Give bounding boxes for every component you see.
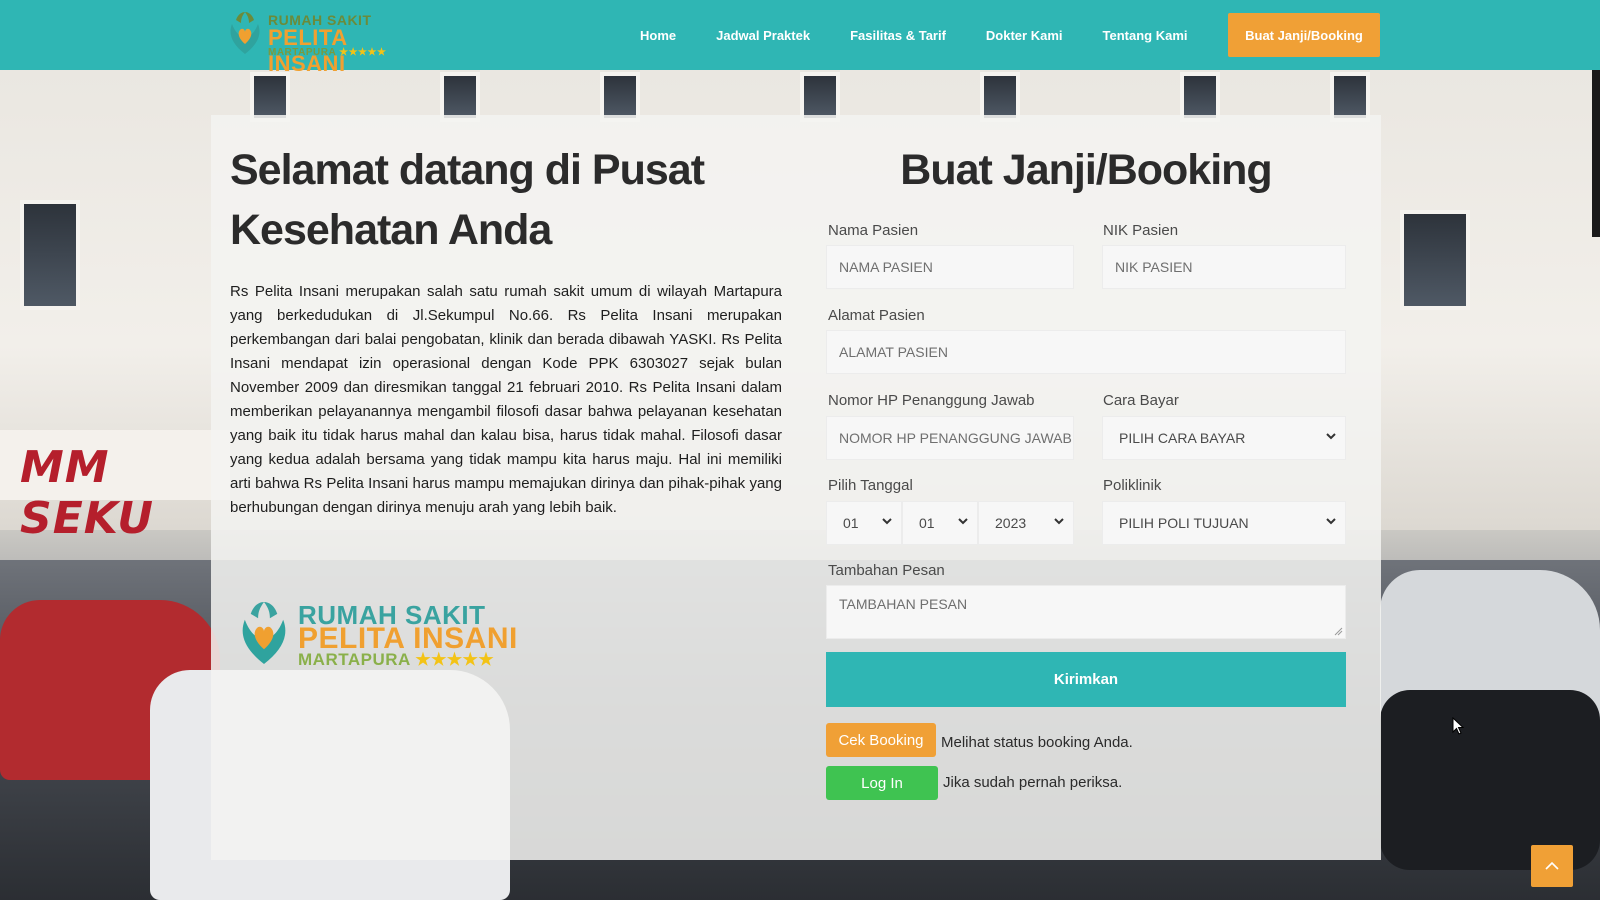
nama-pasien-label: Nama Pasien [828, 222, 919, 239]
nav-booking-button[interactable]: Buat Janji/Booking [1228, 13, 1380, 57]
nav-jadwal-praktek[interactable]: Jadwal Praktek [716, 28, 810, 43]
chevron-down-icon [882, 518, 892, 525]
tanggal-year-select[interactable]: 2023 [978, 501, 1074, 545]
nav-home[interactable]: Home [640, 28, 676, 43]
cara-bayar-select[interactable]: PILIH CARA BAYAR [1102, 416, 1346, 460]
chevron-down-icon [1326, 518, 1336, 525]
pilih-tanggal-label: Pilih Tanggal [828, 477, 913, 494]
cara-bayar-label: Cara Bayar [1103, 392, 1179, 409]
hospital-logo: RUMAH SAKIT PELITA INSANI MARTAPURA ★★★★… [236, 598, 536, 670]
cek-booking-button[interactable]: Cek Booking [826, 723, 936, 757]
login-button[interactable]: Log In [826, 766, 938, 800]
welcome-description: Rs Pelita Insani merupakan salah satu ru… [230, 283, 782, 516]
nav-fasilitas-tarif[interactable]: Fasilitas & Tarif [850, 28, 946, 43]
alamat-pasien-label: Alamat Pasien [828, 307, 925, 324]
nav-tentang-kami[interactable]: Tentang Kami [1103, 28, 1188, 43]
nik-pasien-label: NIK Pasien [1103, 222, 1179, 239]
kirimkan-button[interactable]: Kirimkan [826, 652, 1346, 707]
street-sign-text: MM SEKU [20, 442, 155, 544]
welcome-title: Selamat datang di Pusat Kesehatan Anda [230, 146, 705, 254]
hospital-logo-icon [230, 12, 260, 54]
scroll-to-top-button[interactable] [1531, 845, 1573, 887]
main-nav: Home Jadwal Praktek Fasilitas & Tarif Do… [640, 0, 1228, 70]
cek-booking-help: Melihat status booking Anda. [941, 734, 1133, 751]
tanggal-year-value: 2023 [995, 515, 1027, 531]
street-sign: MM SEKU [0, 430, 230, 544]
poliklinik-label: Poliklinik [1103, 477, 1162, 494]
poliklinik-selected: PILIH POLI TUJUAN [1119, 515, 1249, 531]
chevron-down-icon [1054, 518, 1064, 525]
mouse-cursor-icon [1452, 717, 1464, 735]
nav-dokter-kami[interactable]: Dokter Kami [986, 28, 1063, 43]
tanggal-day-value: 01 [843, 515, 859, 531]
tanggal-day-select[interactable]: 01 [826, 501, 902, 545]
nomor-hp-input[interactable]: NOMOR HP PENANGGUNG JAWAB [826, 416, 1074, 460]
tanggal-month-value: 01 [919, 515, 935, 531]
cara-bayar-selected: PILIH CARA BAYAR [1119, 430, 1246, 446]
nik-pasien-input[interactable]: NIK PASIEN [1102, 245, 1346, 289]
chevron-down-icon [958, 518, 968, 525]
tambahan-pesan-label: Tambahan Pesan [828, 562, 945, 579]
logo-line-3: MARTAPURA ★★★★★ [298, 650, 495, 669]
chevron-down-icon [1326, 433, 1336, 440]
parked-motorcycle [1380, 690, 1600, 870]
building-window [1400, 210, 1470, 310]
logo-stars: ★★★★★ [339, 47, 387, 58]
login-help: Jika sudah pernah periksa. [943, 774, 1123, 791]
booking-form-title: Buat Janji/Booking [900, 146, 1272, 194]
header-logo[interactable]: RUMAH SAKIT PELITA INSANI MARTAPURA ★★★★… [226, 8, 426, 76]
resize-grip-icon[interactable] [1333, 626, 1343, 636]
tanggal-month-select[interactable]: 01 [902, 501, 978, 545]
alamat-pasien-input[interactable]: ALAMAT PASIEN [826, 330, 1346, 374]
poliklinik-select[interactable]: PILIH POLI TUJUAN [1102, 501, 1346, 545]
tambahan-pesan-textarea[interactable]: TAMBAHAN PESAN [826, 585, 1346, 639]
hospital-logo-icon [242, 602, 286, 664]
nama-pasien-input[interactable]: NAMA PASIEN [826, 245, 1074, 289]
logo-line-3: MARTAPURA ★★★★★ [268, 47, 387, 58]
site-header: RUMAH SAKIT PELITA INSANI MARTAPURA ★★★★… [0, 0, 1600, 76]
logo-stars: ★★★★★ [415, 650, 495, 669]
tambahan-pesan-placeholder: TAMBAHAN PESAN [839, 596, 968, 612]
building-window [20, 200, 80, 310]
nomor-hp-label: Nomor HP Penanggung Jawab [828, 392, 1035, 409]
chevron-up-icon [1545, 861, 1559, 870]
